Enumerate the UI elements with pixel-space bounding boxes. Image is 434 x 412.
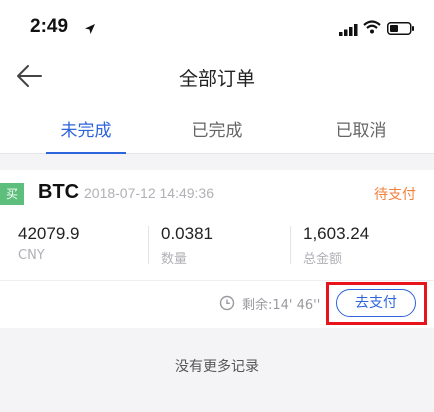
buy-badge: 买 (0, 183, 24, 205)
no-more-records: 没有更多记录 (175, 359, 259, 375)
column-divider (290, 226, 291, 264)
nav-bar: 全部订单 (0, 52, 434, 102)
active-tab-indicator (46, 152, 126, 154)
status-time: 2:49 (30, 16, 69, 37)
signal-icon (339, 21, 359, 40)
highlight-box (326, 282, 427, 325)
coin-name: BTC (38, 181, 80, 203)
location-arrow-icon (84, 20, 96, 39)
price-label: CNY (18, 248, 45, 263)
quantity-value: 0.0381 (161, 224, 213, 243)
order-card[interactable]: 买 BTC 2018-07-12 14:49:36 待支付 42079.9 CN… (0, 170, 434, 328)
tab-completed[interactable]: 已完成 (162, 116, 272, 141)
price-value: 42079.9 (18, 224, 80, 243)
quantity-label: 数量 (161, 252, 188, 267)
order-tabs: 未完成 已完成 已取消 (0, 102, 434, 154)
total-label: 总金额 (303, 252, 343, 267)
card-divider (0, 280, 434, 281)
clock-icon (219, 295, 235, 315)
page-title: 全部订单 (178, 68, 255, 90)
wifi-icon (363, 19, 381, 38)
tab-uncompleted[interactable]: 未完成 (31, 116, 141, 141)
order-status: 待支付 (374, 187, 416, 203)
total-value: 1,603.24 (303, 224, 370, 243)
order-time: 2018-07-12 14:49:36 (84, 185, 214, 201)
battery-icon (387, 20, 415, 39)
status-bar: 2:49 (0, 0, 434, 52)
column-divider (148, 226, 149, 264)
payment-countdown: 剩余:14' 46'' (242, 298, 321, 313)
tab-cancelled[interactable]: 已取消 (306, 116, 416, 141)
